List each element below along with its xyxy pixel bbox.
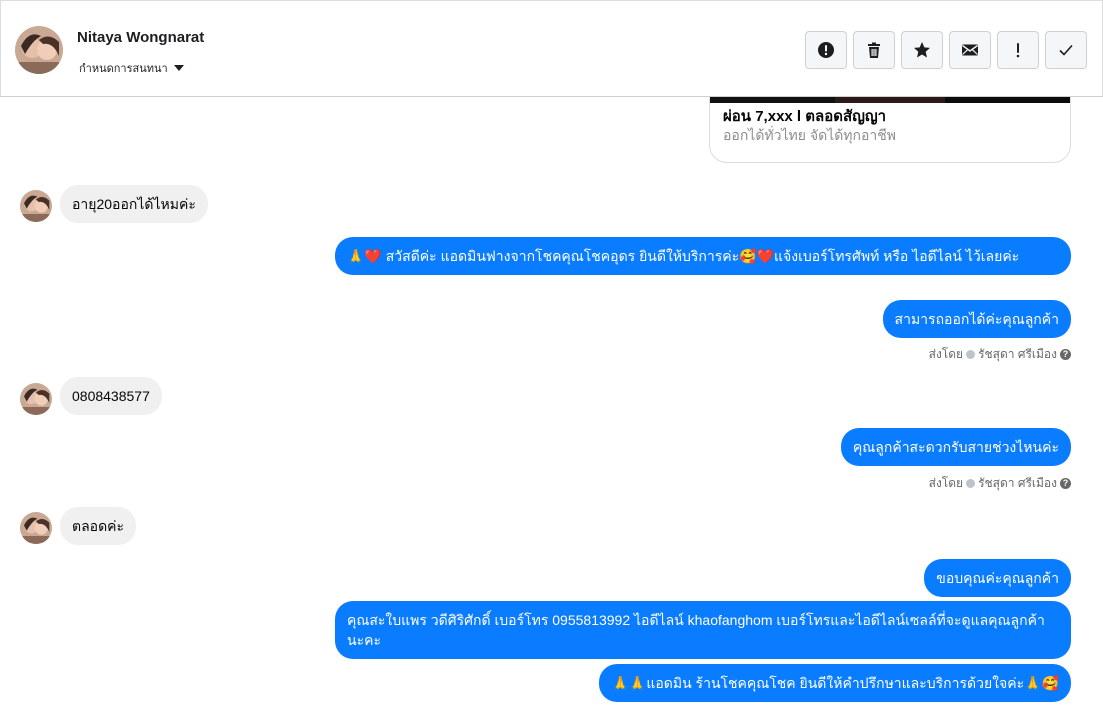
- ad-card-subtitle: ออกได้ทั่วไทย จัดได้ทุกอาชีพ: [723, 127, 897, 143]
- message-bubble-incoming[interactable]: 0808438577: [60, 377, 162, 415]
- assign-label: กำหนดการสนทนา: [79, 63, 168, 75]
- mark-done-button[interactable]: [1045, 31, 1087, 69]
- agent-status-icon: [966, 479, 976, 488]
- conversation-header: Nitaya Wongnarat กำหนดการสนทนา: [0, 0, 1103, 97]
- help-icon[interactable]: ?: [1060, 349, 1071, 360]
- contact-avatar-small: [20, 383, 52, 415]
- message-bubble-incoming[interactable]: อายุ20ออกได้ไหมค่ะ: [60, 185, 208, 223]
- ad-preview-card[interactable]: ผ่อน 7,xxx l ตลอดสัญญา ออกได้ทั่วไทย จัด…: [709, 97, 1071, 163]
- mark-unread-button[interactable]: [949, 31, 991, 69]
- sent-by-agent: รัชสุดา ศรีเมือง: [978, 347, 1057, 361]
- contact-avatar[interactable]: [15, 26, 63, 74]
- message-thread[interactable]: ผ่อน 7,xxx l ตลอดสัญญา ออกได้ทั่วไทย จัด…: [0, 97, 1103, 708]
- agent-status-icon: [966, 350, 976, 359]
- message-bubble-outgoing[interactable]: สามารถออกได้ค่ะคุณลูกค้า: [882, 300, 1071, 338]
- contact-name[interactable]: Nitaya Wongnarat: [77, 29, 204, 46]
- alert-circle-icon: [818, 42, 834, 58]
- message-bubble-outgoing[interactable]: 🙏❤️ สวัสดีค่ะ แอดมินฟางจากโชคคุณโชคอุดร …: [335, 237, 1071, 275]
- ad-image: [710, 97, 1070, 103]
- trash-icon: [868, 42, 880, 58]
- message-bubble-outgoing[interactable]: 🙏🙏แอดมิน ร้านโชคคุณโชค ยินดีให้คำปรึกษาแ…: [599, 664, 1071, 702]
- message-bubble-outgoing[interactable]: คุณลูกค้าสะดวกรับสายช่วงไหนค่ะ: [840, 428, 1071, 466]
- help-icon[interactable]: ?: [1060, 478, 1071, 489]
- mark-spam-button[interactable]: [805, 31, 847, 69]
- delete-button[interactable]: [853, 31, 895, 69]
- assign-conversation-dropdown[interactable]: กำหนดการสนทนา: [79, 59, 184, 77]
- sent-by-agent: รัชสุดา ศรีเมือง: [978, 476, 1057, 490]
- check-icon: [1059, 44, 1073, 56]
- message-bubble-incoming[interactable]: ตลอดค่ะ: [60, 507, 137, 545]
- envelope-icon: [962, 44, 978, 56]
- star-icon: [914, 42, 930, 58]
- exclamation-icon: [1016, 43, 1020, 58]
- sent-by-prefix: ส่งโดย: [928, 476, 964, 490]
- sent-by-info: ส่งโดย รัชสุดา ศรีเมือง ?: [929, 474, 1071, 493]
- follow-up-button[interactable]: [997, 31, 1039, 69]
- star-button[interactable]: [901, 31, 943, 69]
- sent-by-info: ส่งโดย รัชสุดา ศรีเมือง ?: [929, 345, 1071, 364]
- contact-avatar-small: [20, 190, 52, 222]
- sent-by-prefix: ส่งโดย: [928, 347, 964, 361]
- message-bubble-outgoing[interactable]: ขอบคุณค่ะคุณลูกค้า: [924, 559, 1071, 597]
- caret-down-icon: [173, 65, 184, 71]
- contact-avatar-small: [20, 512, 52, 544]
- header-actions: [805, 31, 1087, 69]
- message-bubble-outgoing[interactable]: คุณสะใบแพร วดีศิริศักดิ์ เบอร์โทร 095581…: [335, 601, 1071, 659]
